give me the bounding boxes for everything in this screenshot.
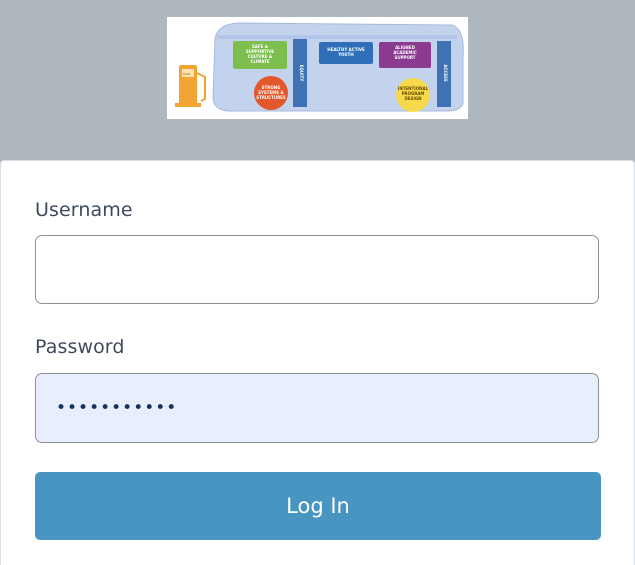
password-label: Password <box>35 336 125 358</box>
logo-access: ACCESS <box>443 64 448 81</box>
gas-pump-icon: GAS <box>175 65 206 107</box>
bus-framework-logo: GAS SAFE & SUPPORTIVE CULTURE & CLIMATE … <box>175 22 464 112</box>
username-input[interactable] <box>35 235 599 304</box>
logo-blue-line-2: YOUTH <box>337 52 353 57</box>
gas-text: GAS <box>183 72 190 76</box>
logo-purple-line-3: SUPPORT <box>394 55 415 60</box>
login-page: GAS SAFE & SUPPORTIVE CULTURE & CLIMATE … <box>0 0 635 565</box>
login-card: Username Password Log In <box>0 160 635 565</box>
logo-equity: EQUITY <box>299 65 304 82</box>
password-input[interactable] <box>35 373 599 443</box>
logo-yellow-line-3: DESIGN <box>404 96 421 101</box>
username-label: Username <box>35 199 133 221</box>
logo-orange-line-3: STRUCTURES <box>256 95 286 100</box>
login-button[interactable]: Log In <box>35 472 601 540</box>
logo: GAS SAFE & SUPPORTIVE CULTURE & CLIMATE … <box>167 17 468 119</box>
logo-green-line-4: CLIMATE <box>250 59 269 64</box>
